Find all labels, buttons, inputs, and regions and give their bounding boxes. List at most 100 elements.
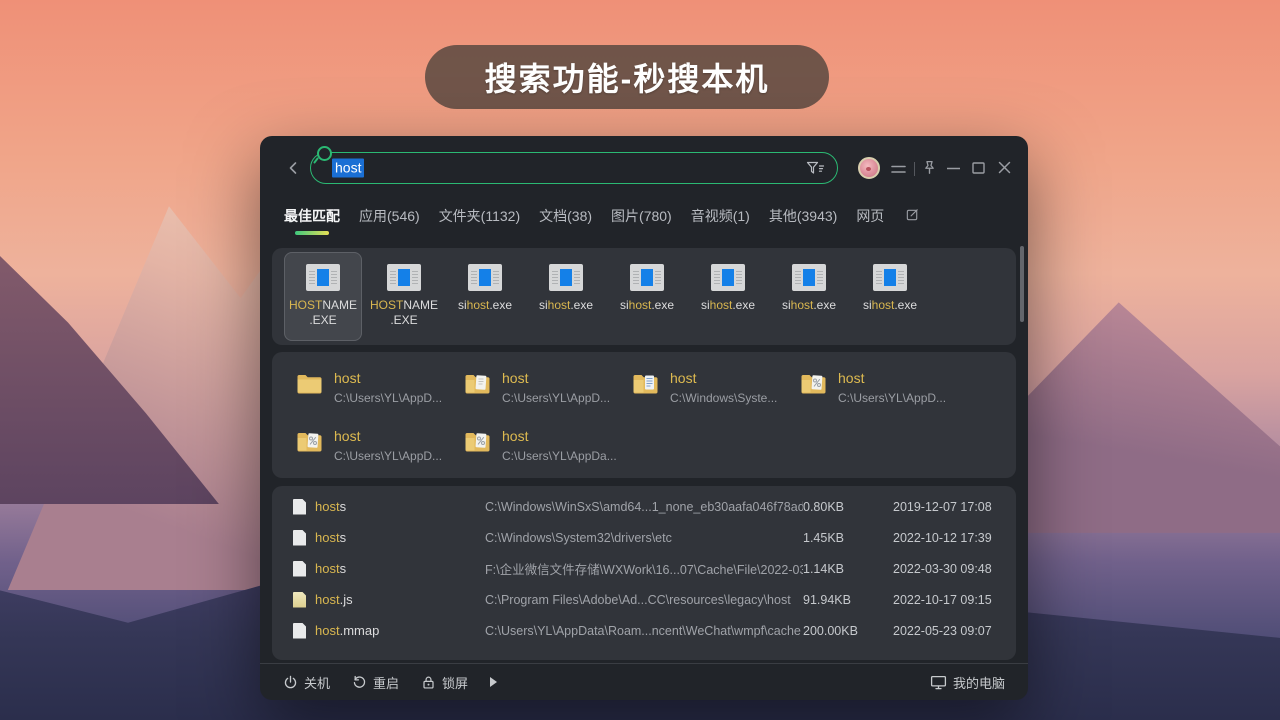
exe-app-icon (792, 264, 826, 291)
file-date: 2022-10-17 09:15 (893, 593, 1016, 607)
footer-bar: 关机 重启 锁屏 (260, 663, 1028, 700)
file-path: C:\Program Files\Adobe\Ad...CC\resources… (485, 593, 803, 607)
tab-images[interactable]: 图片(780) (611, 199, 672, 235)
monitor-icon (930, 675, 947, 690)
file-result[interactable]: hosts C:\Windows\System32\drivers\etc 1.… (272, 522, 1016, 553)
folder-result[interactable]: hostC:\Users\YL\AppD... (296, 370, 464, 428)
exe-app-icon (387, 264, 421, 291)
screen: 搜索功能-秒搜本机 host (0, 0, 1280, 720)
folder-result[interactable]: hostC:\Users\YL\AppD... (464, 370, 632, 428)
app-label: sihost.exe (620, 298, 674, 313)
search-input[interactable]: host (310, 152, 838, 184)
app-result-sihost[interactable]: sihost.exe (608, 252, 686, 341)
app-result-sihost[interactable]: sihost.exe (770, 252, 848, 341)
file-result[interactable]: host.mmap C:\Users\YL\AppData\Roam...nce… (272, 615, 1016, 646)
app-label: sihost.exe (539, 298, 593, 313)
script-file-icon (293, 592, 306, 608)
file-path: C:\Users\YL\AppData\Roam...ncent\WeChat\… (485, 624, 803, 638)
file-date: 2022-03-30 09:48 (893, 562, 1016, 576)
folder-percent-icon (800, 372, 827, 395)
document-icon (293, 530, 306, 546)
file-size: 1.14KB (803, 562, 893, 576)
edit-tabs-icon[interactable] (905, 207, 920, 222)
maximize-button[interactable] (972, 162, 985, 174)
file-name: hosts (315, 499, 485, 514)
app-label: HOSTNAME .EXE (289, 298, 357, 328)
restart-label: 重启 (373, 673, 399, 692)
back-button[interactable] (286, 160, 299, 176)
file-name: host.js (315, 592, 485, 607)
menu-icon[interactable] (891, 165, 906, 174)
result-tabs: 最佳匹配 应用(546) 文件夹(1132) 文档(38) 图片(780) 音视… (284, 199, 920, 235)
power-icon (283, 675, 298, 690)
folder-result[interactable]: hostC:\Windows\Syste... (632, 370, 800, 428)
document-icon (293, 623, 306, 639)
app-result-sihost[interactable]: sihost.exe (527, 252, 605, 341)
document-icon (293, 499, 306, 515)
folder-result[interactable]: hostC:\Users\YL\AppDa... (464, 428, 632, 486)
tab-best-match[interactable]: 最佳匹配 (284, 199, 340, 235)
files-result-panel: hosts C:\Windows\WinSxS\amd64...1_none_e… (272, 486, 1016, 660)
file-path: C:\Windows\WinSxS\amd64...1_none_eb30aaf… (485, 500, 803, 514)
lock-screen-button[interactable]: 锁屏 (421, 673, 468, 692)
shutdown-button[interactable]: 关机 (283, 673, 330, 692)
file-size: 91.94KB (803, 593, 893, 607)
my-computer-button[interactable]: 我的电脑 (930, 673, 1005, 692)
app-result-sihost[interactable]: sihost.exe (851, 252, 929, 341)
tab-media[interactable]: 音视频(1) (691, 199, 750, 235)
app-label: sihost.exe (863, 298, 917, 313)
filter-icon[interactable] (805, 160, 825, 176)
file-date: 2022-10-12 17:39 (893, 531, 1016, 545)
lock-label: 锁屏 (442, 673, 468, 692)
pin-icon[interactable] (921, 159, 938, 176)
search-query-selected-text[interactable]: host (332, 159, 364, 178)
app-label: HOSTNAME .EXE (370, 298, 438, 328)
lock-icon (421, 675, 436, 690)
tab-label: 网页 (856, 208, 884, 224)
exe-app-icon (468, 264, 502, 291)
file-name: host.mmap (315, 623, 485, 638)
expand-arrow-icon[interactable] (490, 677, 497, 687)
folder-percent-icon (296, 430, 323, 453)
close-button[interactable] (998, 161, 1011, 174)
shutdown-label: 关机 (304, 673, 330, 692)
tab-apps[interactable]: 应用(546) (359, 199, 420, 235)
minimize-button[interactable] (947, 167, 960, 170)
scrollbar-thumb[interactable] (1020, 246, 1024, 322)
tab-label: 文档(38) (539, 208, 592, 224)
folder-doc-icon (464, 372, 491, 395)
tab-folders[interactable]: 文件夹(1132) (439, 199, 520, 235)
restart-button[interactable]: 重启 (352, 673, 399, 692)
header-divider (914, 162, 915, 176)
file-result[interactable]: hosts F:\企业微信文件存储\WXWork\16...07\Cache\F… (272, 553, 1016, 584)
app-result-hostname[interactable]: HOSTNAME .EXE (365, 252, 443, 341)
app-result-hostname[interactable]: HOSTNAME .EXE (284, 252, 362, 341)
tab-label: 应用(546) (359, 208, 420, 224)
exe-app-icon (873, 264, 907, 291)
user-avatar[interactable] (858, 157, 880, 179)
apps-result-panel: HOSTNAME .EXE HOSTNAME .EXE sihost.exe (272, 248, 1016, 345)
app-result-sihost[interactable]: sihost.exe (446, 252, 524, 341)
tab-label: 图片(780) (611, 208, 672, 224)
file-date: 2019-12-07 17:08 (893, 500, 1016, 514)
my-computer-label: 我的电脑 (953, 673, 1005, 692)
tab-label: 音视频(1) (691, 208, 750, 224)
file-size: 200.00KB (803, 624, 893, 638)
folder-result[interactable]: hostC:\Users\YL\AppD... (296, 428, 464, 486)
tab-label: 最佳匹配 (284, 208, 340, 224)
app-result-sihost[interactable]: sihost.exe (689, 252, 767, 341)
file-result[interactable]: host.js C:\Program Files\Adobe\Ad...CC\r… (272, 584, 1016, 615)
app-label: sihost.exe (782, 298, 836, 313)
file-result[interactable]: hosts C:\Windows\WinSxS\amd64...1_none_e… (272, 491, 1016, 522)
folder-percent-icon (464, 430, 491, 453)
folder-system-icon (632, 372, 659, 395)
file-path: C:\Windows\System32\drivers\etc (485, 531, 803, 545)
folder-result[interactable]: hostC:\Users\YL\AppD... (800, 370, 968, 428)
exe-app-icon (711, 264, 745, 291)
tab-documents[interactable]: 文档(38) (539, 199, 592, 235)
file-size: 0.80KB (803, 500, 893, 514)
document-icon (293, 561, 306, 577)
tab-web[interactable]: 网页 (856, 199, 884, 235)
tab-others[interactable]: 其他(3943) (769, 199, 837, 235)
file-name: hosts (315, 561, 485, 576)
